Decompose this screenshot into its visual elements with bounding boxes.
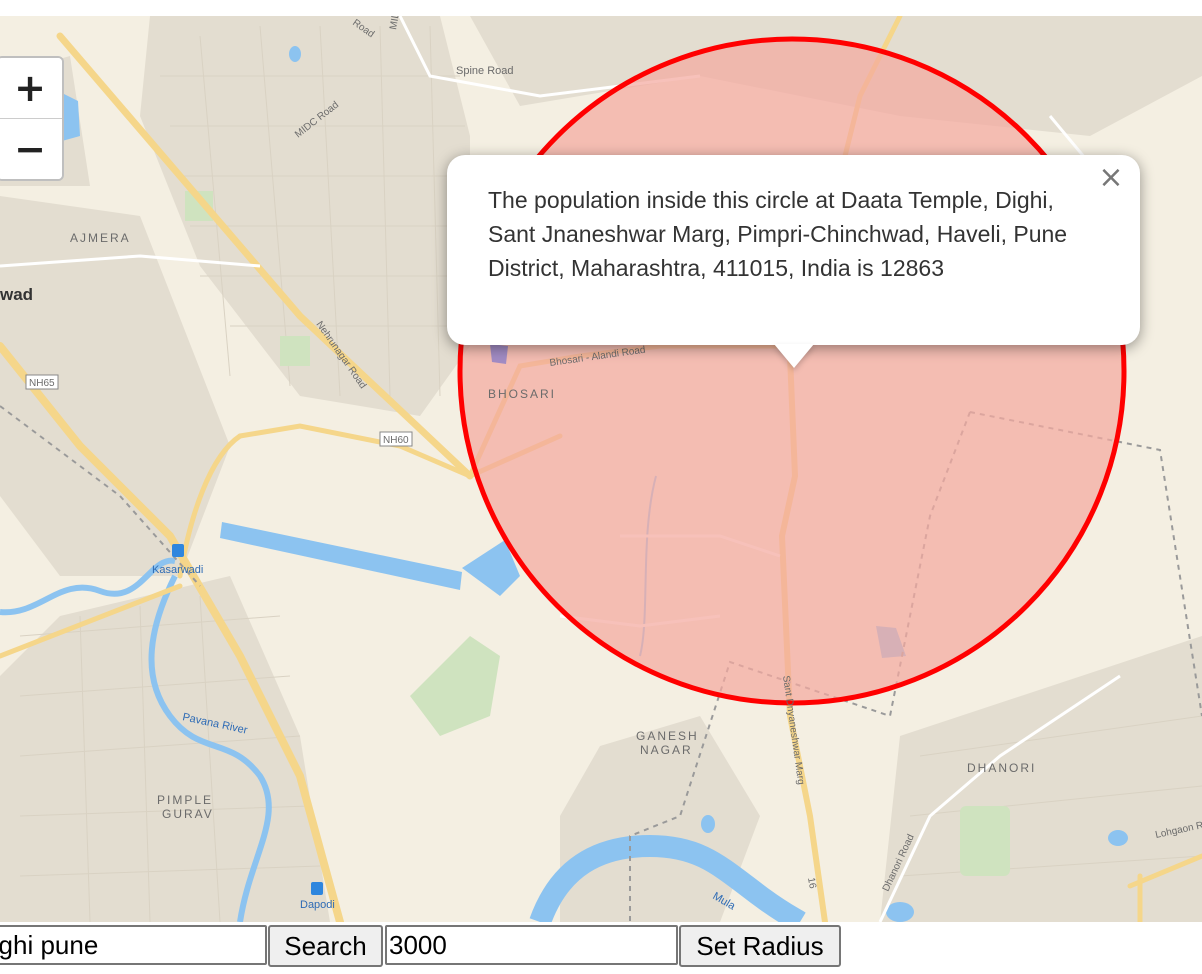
label-kasarwadi: Kasarwadi (152, 564, 203, 576)
zoom-in-button[interactable]: + (0, 58, 62, 118)
label-wad: wad (0, 285, 33, 304)
label-ganesh: GANESH (636, 729, 699, 743)
label-dhanori: DHANORI (967, 761, 1036, 775)
shield-nh65: NH65 (25, 374, 59, 390)
shield-nh60: NH60 (379, 431, 413, 447)
metro-icon (172, 544, 184, 557)
zoom-control: + − (0, 56, 64, 181)
search-button[interactable]: Search (268, 925, 383, 967)
label-dapodi: Dapodi (300, 899, 335, 911)
population-popup: × The population inside this circle at D… (447, 155, 1140, 345)
map-tiles: Road MIDC Spine Road MIDC Road AJMERA wa… (0, 16, 1202, 922)
popup-text: The population inside this circle at Daa… (488, 187, 1068, 281)
label-pimple: PIMPLE (157, 793, 213, 807)
close-icon[interactable]: × (1096, 163, 1126, 193)
label-ajmera: AJMERA (70, 231, 131, 245)
popup-tip (774, 344, 814, 368)
svg-text:NH65: NH65 (29, 378, 55, 389)
search-input[interactable] (0, 925, 267, 965)
controls-bar: Search Set Radius (0, 922, 1202, 974)
label-spine-road: Spine Road (456, 65, 514, 77)
zoom-out-button[interactable]: − (0, 118, 62, 179)
radius-input[interactable] (385, 925, 678, 965)
metro-icon-dapodi (311, 882, 323, 895)
label-nagar: NAGAR (640, 743, 693, 757)
label-bhosari: BHOSARI (488, 387, 556, 401)
radius-circle[interactable] (457, 36, 1127, 706)
svg-text:NH60: NH60 (383, 435, 409, 446)
map-view[interactable]: Road MIDC Spine Road MIDC Road AJMERA wa… (0, 16, 1202, 922)
label-gurav: GURAV (162, 807, 214, 821)
set-radius-button[interactable]: Set Radius (679, 925, 841, 967)
water-inside-circle (490, 344, 508, 364)
